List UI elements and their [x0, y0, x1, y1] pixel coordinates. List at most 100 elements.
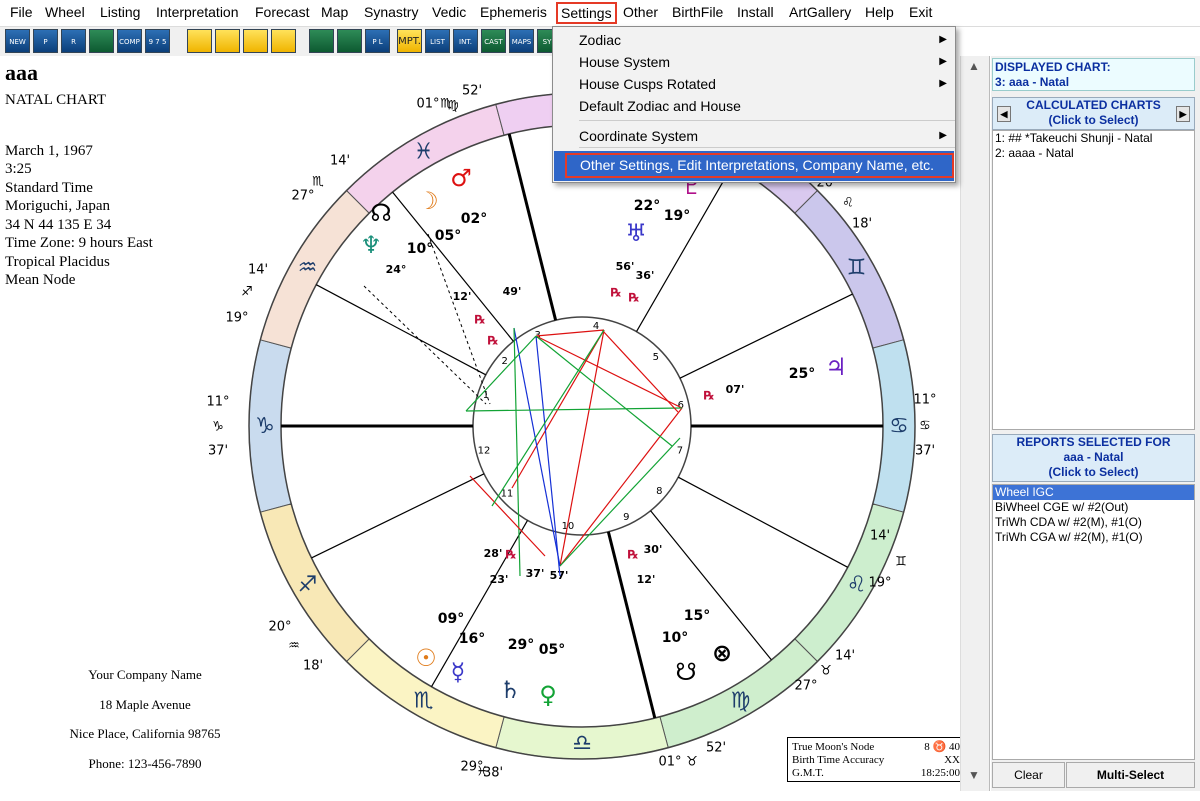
gmt-value: 18:25:00 — [920, 767, 960, 779]
menu-install[interactable]: Install — [737, 4, 774, 20]
composite-icon[interactable]: COMP — [117, 29, 142, 53]
dropdown-item-zodiac[interactable]: Zodiac ▶ — [553, 29, 955, 51]
dropdown-item-house-system[interactable]: House System ▶ — [553, 51, 955, 73]
cusp-degree-label: 27° — [291, 189, 314, 204]
house-system: Tropical Placidus — [5, 253, 110, 270]
menu-help[interactable]: Help — [865, 4, 894, 20]
next-chart-icon[interactable]: ▶ — [1176, 106, 1190, 122]
cusp-degree-label: 14' — [835, 649, 855, 664]
planet-minute: 23' — [490, 573, 509, 586]
wheel-style-icon[interactable] — [309, 29, 334, 53]
maps-icon[interactable]: MAPS — [509, 29, 534, 53]
interpret-icon[interactable]: INT. — [453, 29, 478, 53]
cusp-degree-label: 19° — [868, 576, 891, 591]
report-list-item[interactable]: BiWheel CGE w/ #2(Out) — [993, 500, 1194, 515]
cast-icon[interactable]: CAST — [481, 29, 506, 53]
retrograde-icon: ℞ — [628, 548, 639, 562]
dropdown-item-default-zodiac-and-house[interactable]: Default Zodiac and House — [553, 95, 955, 117]
planet-glyph-icon: ⊗ — [712, 639, 732, 667]
progressions-icon[interactable]: P — [33, 29, 58, 53]
house-number: 5 — [653, 352, 659, 363]
biwheel-icon[interactable] — [337, 29, 362, 53]
planet-minute: 07' — [726, 383, 745, 396]
menu-birthfile[interactable]: BirthFile — [672, 4, 723, 20]
menu-ephemeris[interactable]: Ephemeris — [480, 4, 547, 20]
cusp-degree-label: 52' — [706, 741, 726, 756]
birth-place: Moriguchi, Japan — [5, 198, 110, 214]
planet-glyph-icon: ♀ — [539, 681, 557, 709]
vertical-scrollbar[interactable]: ▲ ▼ — [960, 56, 990, 791]
chart-list-item[interactable]: 1: ## *Takeuchi Shunji - Natal — [993, 131, 1194, 146]
node-label: True Moon's Node — [792, 741, 875, 753]
menu-listing[interactable]: Listing — [100, 4, 140, 20]
reports-subtitle: (Click to Select) — [1048, 465, 1139, 479]
multi-select-button[interactable]: Multi-Select — [1066, 762, 1195, 788]
menu-artgallery[interactable]: ArtGallery — [789, 4, 851, 20]
house-number: 2 — [501, 356, 507, 367]
reports-title: REPORTS SELECTED FOR — [1016, 435, 1171, 449]
prev-chart-icon[interactable]: ◀ — [997, 106, 1011, 122]
menu-exit[interactable]: Exit — [909, 4, 932, 20]
submenu-arrow-icon: ▶ — [939, 78, 947, 89]
scroll-down-icon[interactable]: ▼ — [968, 768, 980, 782]
dropdown-item-other-settings[interactable]: Other Settings, Edit Interpretations, Co… — [554, 151, 954, 181]
menu-vedic[interactable]: Vedic — [432, 4, 466, 20]
returns-icon[interactable]: R — [61, 29, 86, 53]
zodiac-sign-icon: ♋ — [889, 414, 909, 439]
list-icon[interactable]: LIST — [425, 29, 450, 53]
cusp-sign-icon: ♉ — [820, 664, 832, 679]
cusp-degree-label: 20° — [268, 620, 291, 635]
calc-subtitle: (Click to Select) — [1048, 113, 1139, 127]
report-list-item[interactable]: TriWh CGA w/ #2(M), #1(O) — [993, 530, 1194, 545]
menu-synastry[interactable]: Synastry — [364, 4, 418, 20]
reports-header[interactable]: REPORTS SELECTED FOR aaa - Natal (Click … — [992, 434, 1195, 482]
planet-degree: 22° — [634, 198, 660, 214]
planets-icon[interactable]: P L — [365, 29, 390, 53]
planet-glyph-icon: ☋ — [675, 658, 696, 686]
zodiac-sign-icon: ♒ — [298, 256, 318, 281]
dropdown-item-house-cusps-rotated[interactable]: House Cusps Rotated ▶ — [553, 73, 955, 95]
chart-type: NATAL CHART — [5, 92, 107, 108]
menu-interpretation[interactable]: Interpretation — [156, 4, 239, 20]
new-chart-icon[interactable]: NEW — [5, 29, 30, 53]
save-icon[interactable] — [215, 29, 240, 53]
planet-minute: 49' — [503, 285, 522, 298]
submenu-arrow-icon: ▶ — [939, 56, 947, 67]
displayed-value: 3: aaa - Natal — [995, 75, 1070, 89]
zodiac-sign-icon: ♏ — [414, 689, 434, 714]
chart-list-item[interactable]: 2: aaaa - Natal — [993, 146, 1194, 161]
menu-wheel[interactable]: Wheel — [45, 4, 85, 20]
mail-icon[interactable] — [271, 29, 296, 53]
reports-chart: aaa - Natal — [1063, 450, 1124, 464]
menu-other[interactable]: Other — [623, 4, 658, 20]
right-panel: DISPLAYED CHART: 3: aaa - Natal ◀ CALCUL… — [991, 56, 1200, 791]
submenu-arrow-icon: ▶ — [939, 34, 947, 45]
cusp-degree-label: 14' — [330, 154, 350, 169]
calculated-charts-header[interactable]: ◀ CALCULATED CHARTS (Click to Select) ▶ — [992, 97, 1195, 130]
clear-button[interactable]: Clear — [992, 762, 1065, 788]
menu-map[interactable]: Map — [321, 4, 348, 20]
planet-minute: 12' — [453, 290, 472, 303]
menu-file[interactable]: File — [10, 4, 33, 20]
numerology-icon[interactable]: 9 7 5 — [145, 29, 170, 53]
dropdown-item-coordinate-system[interactable]: Coordinate System ▶ — [553, 125, 955, 147]
scroll-up-icon[interactable]: ▲ — [968, 59, 980, 73]
cusp-degree-label: 14' — [870, 529, 890, 544]
window-icon[interactable] — [187, 29, 212, 53]
planet-degree: 16° — [459, 631, 485, 647]
zodiac-sign-icon: ♐ — [298, 573, 318, 598]
planet-minute: 37' — [526, 567, 545, 580]
toolbar: NEW P R COMP 9 7 5P L MPT. LIST INT. CAST MAPS SY — [0, 27, 560, 56]
print-icon[interactable] — [243, 29, 268, 53]
menu-forecast[interactable]: Forecast — [255, 4, 309, 20]
time-zone: Time Zone: 9 hours East — [5, 235, 153, 251]
transits-icon[interactable] — [89, 29, 114, 53]
planet-minute: 30' — [644, 543, 663, 556]
report-list-item[interactable]: TriWh CDA w/ #2(M), #1(O) — [993, 515, 1194, 530]
birth-time: 3:25 — [5, 161, 32, 177]
report-list-item[interactable]: Wheel IGC — [993, 485, 1194, 500]
retrograde-icon: ℞ — [704, 389, 715, 403]
midpoints-icon[interactable]: MPT. — [397, 29, 422, 53]
planet-minute: 12' — [637, 573, 656, 586]
menu-settings[interactable]: Settings — [556, 2, 617, 24]
